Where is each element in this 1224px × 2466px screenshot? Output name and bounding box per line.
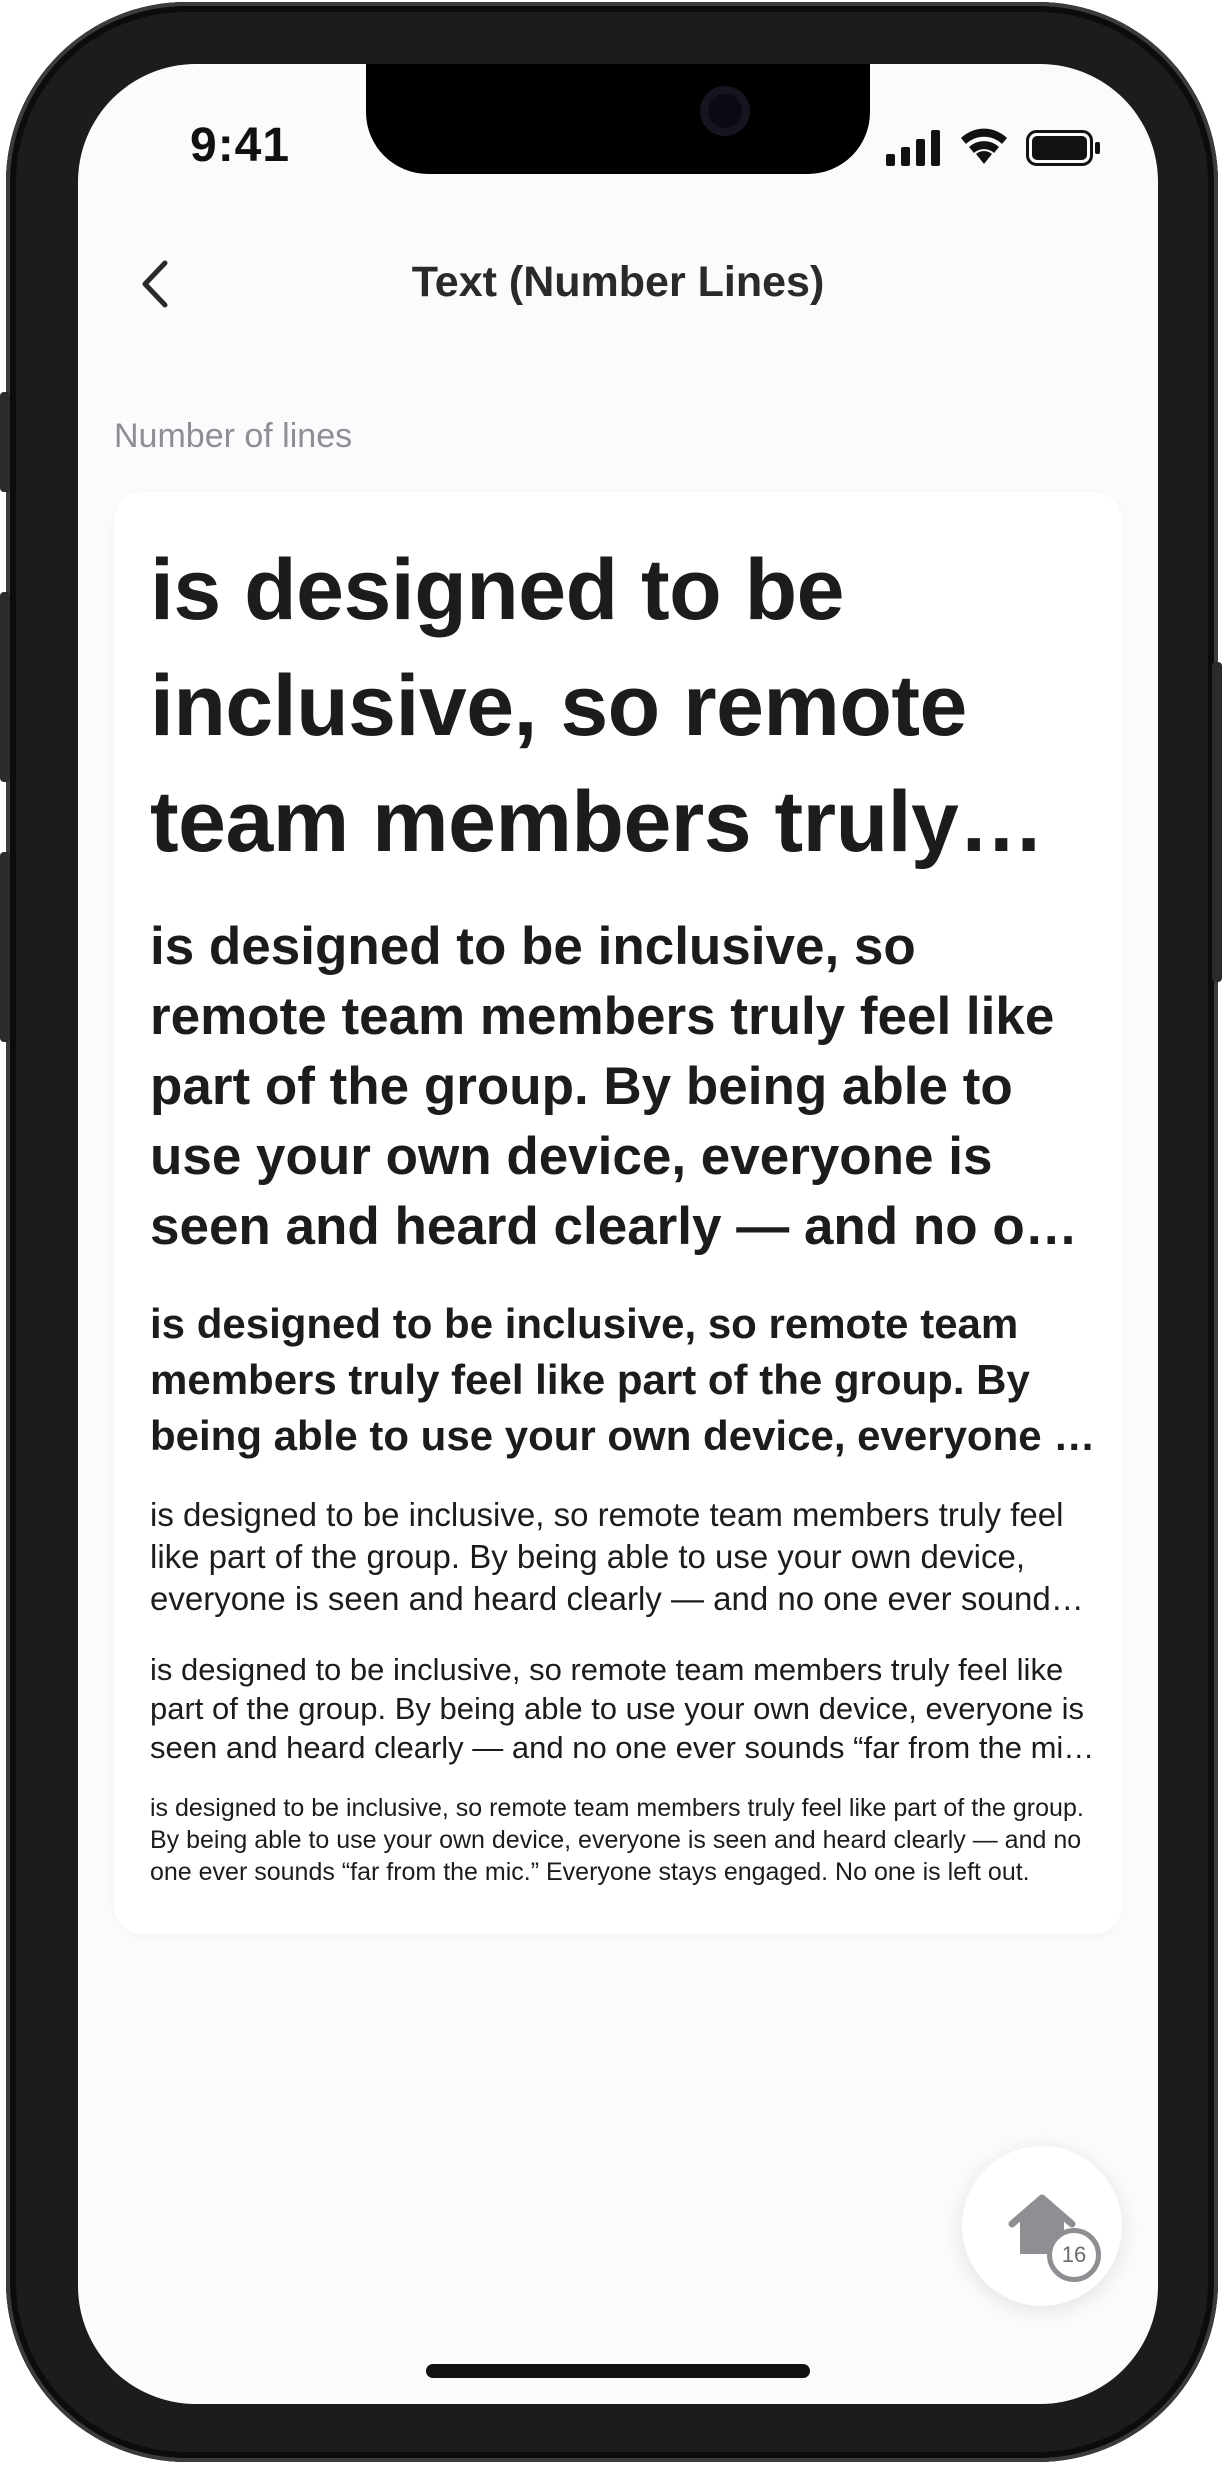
text-sample-xlarge: is designed to be inclusive, so remote t… xyxy=(150,542,967,870)
volume-down-button xyxy=(0,852,10,1042)
mute-switch xyxy=(0,392,10,492)
text-sample-small: is designed to be inclusive, so remote t… xyxy=(150,1652,1098,1765)
fab-badge: 16 xyxy=(1047,2228,1101,2282)
home-fab-button[interactable]: 16 xyxy=(962,2146,1122,2306)
home-indicator[interactable] xyxy=(426,2364,810,2378)
section-label: Number of lines xyxy=(114,417,353,455)
text-sample-xsmall: is designed to be inclusive, so remote t… xyxy=(150,1794,1084,1886)
wifi-icon xyxy=(961,128,1007,164)
text-sample-body: is designed to be inclusive, so remote t… xyxy=(150,1496,1068,1617)
status-time: 9:41 xyxy=(190,119,291,172)
phone-frame: 9:41 Text (Number Lines) Number of lines… xyxy=(0,2,1222,2462)
front-camera xyxy=(700,86,750,136)
page-title: Text (Number Lines) xyxy=(411,258,825,306)
battery-icon xyxy=(1026,130,1100,166)
chevron-left-icon xyxy=(142,260,168,308)
text-samples-card: is designed to be inclusive, so remote t… xyxy=(114,492,1122,1934)
text-sample-large: is designed to be inclusive, so remote t… xyxy=(150,917,1087,1256)
text-sample-medium: is designed to be inclusive, so remote t… xyxy=(150,1300,1089,1459)
notch xyxy=(366,64,870,174)
power-button xyxy=(1212,662,1222,982)
volume-up-button xyxy=(0,592,10,782)
cellular-signal-icon xyxy=(886,130,940,166)
screen: 9:41 Text (Number Lines) Number of lines… xyxy=(78,64,1158,2404)
back-button[interactable] xyxy=(126,246,182,322)
